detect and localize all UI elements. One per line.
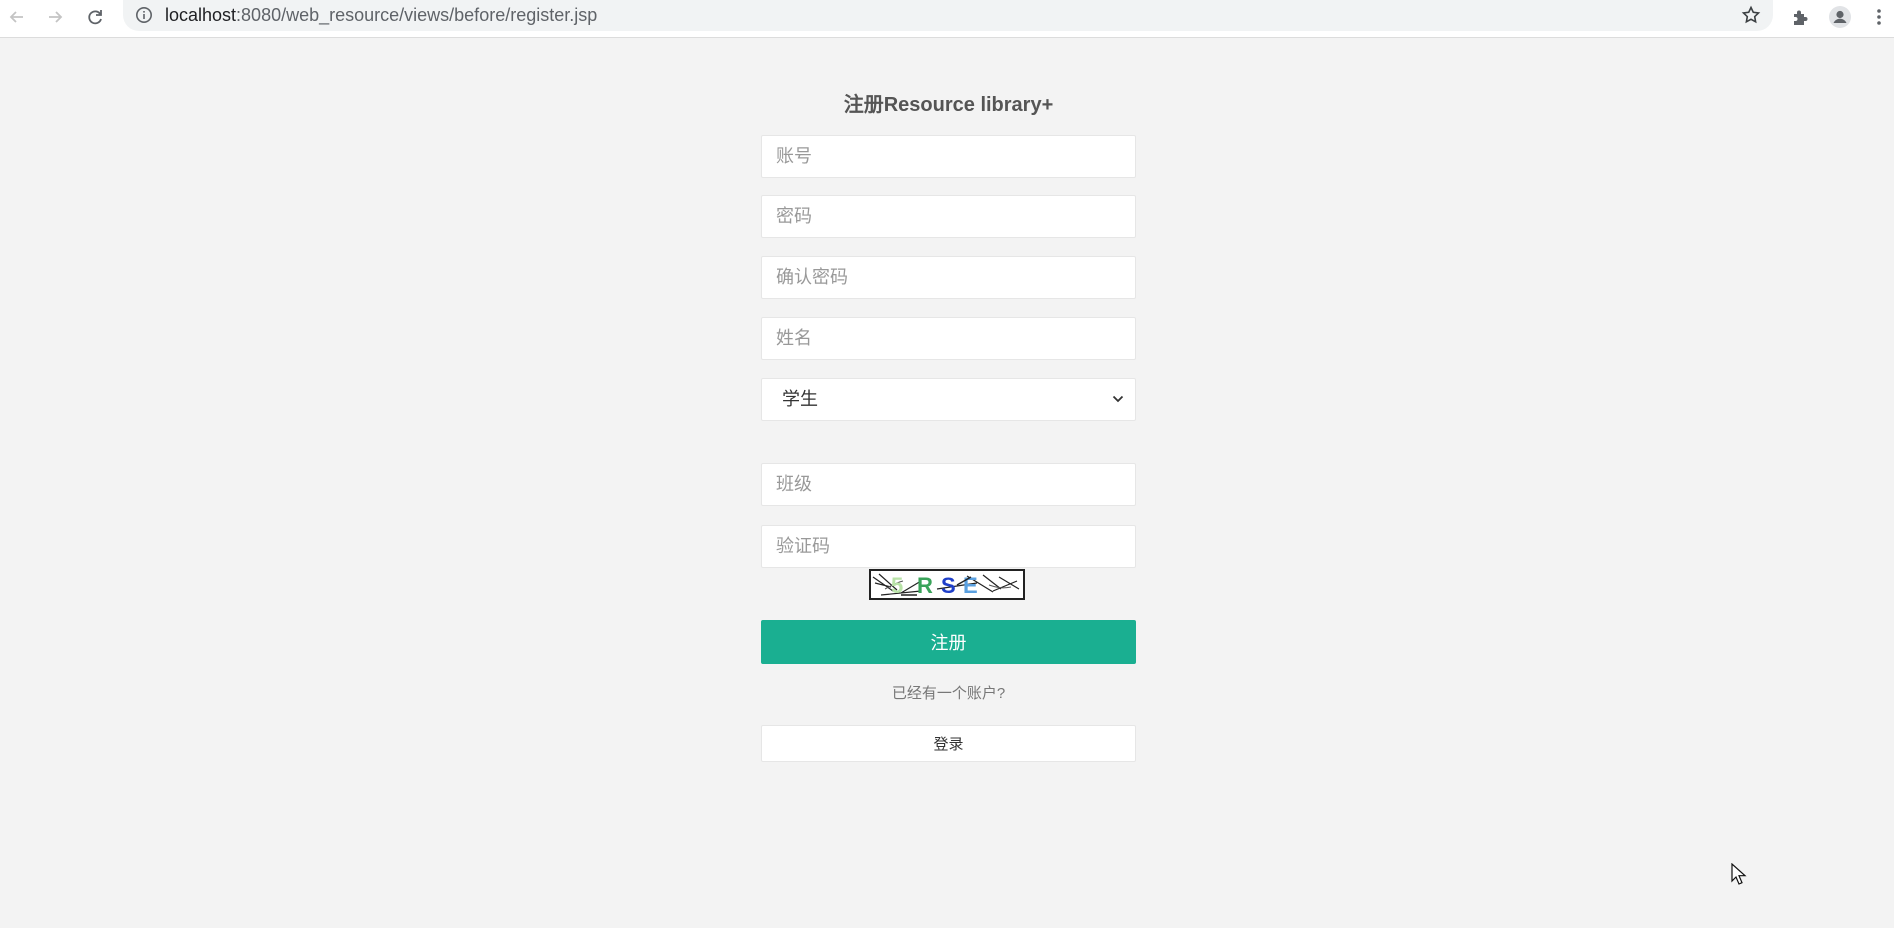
url-text: localhost:8080/web_resource/views/before…: [165, 5, 597, 26]
puzzle-icon: [1794, 10, 1808, 25]
captcha-char-1: 5: [891, 573, 903, 598]
url-path: :8080/web_resource/views/before/register…: [236, 5, 598, 25]
reload-button[interactable]: [80, 2, 110, 32]
class-input[interactable]: [761, 463, 1136, 506]
back-button[interactable]: [2, 2, 32, 32]
captcha-row: 5 R S E: [761, 569, 1136, 601]
page-title: 注册Resource library+: [843, 94, 1054, 116]
confirm-password-input[interactable]: [761, 256, 1136, 299]
info-icon[interactable]: [135, 6, 153, 24]
browser-menu-button[interactable]: [1866, 4, 1892, 30]
register-form: 注册Resource library+ 学生 5 R S E 注册 已经有一个账…: [761, 90, 1136, 762]
role-select[interactable]: 学生: [761, 378, 1136, 421]
name-input[interactable]: [761, 317, 1136, 360]
mouse-cursor-icon: [1731, 863, 1747, 885]
avatar-icon: [1829, 6, 1851, 28]
captcha-image[interactable]: 5 R S E: [869, 569, 1025, 600]
password-input[interactable]: [761, 195, 1136, 238]
account-input[interactable]: [761, 135, 1136, 178]
browser-toolbar: localhost:8080/web_resource/views/before…: [0, 0, 1894, 38]
url-host: localhost: [165, 5, 237, 25]
have-account-text: 已经有一个账户?: [891, 685, 1006, 702]
bookmark-star-icon[interactable]: [1741, 5, 1761, 25]
login-button[interactable]: 登录: [761, 725, 1136, 762]
arrow-left-icon: [9, 11, 23, 23]
captcha-noise: 5 R S E: [872, 573, 1020, 598]
role-selected-value: 学生: [782, 389, 818, 409]
captcha-char-3: S: [941, 573, 956, 598]
register-button[interactable]: 注册: [761, 620, 1136, 664]
captcha-input[interactable]: [761, 525, 1136, 568]
reload-icon: [88, 10, 102, 25]
chevron-down-icon: [1112, 395, 1124, 403]
extensions-button[interactable]: [1787, 4, 1813, 30]
arrow-right-icon: [49, 11, 63, 23]
more-vertical-icon: [1877, 9, 1881, 25]
address-bar[interactable]: localhost:8080/web_resource/views/before…: [123, 0, 1773, 31]
forward-button[interactable]: [40, 2, 70, 32]
profile-button[interactable]: [1827, 4, 1853, 30]
captcha-char-2: R: [917, 573, 933, 598]
